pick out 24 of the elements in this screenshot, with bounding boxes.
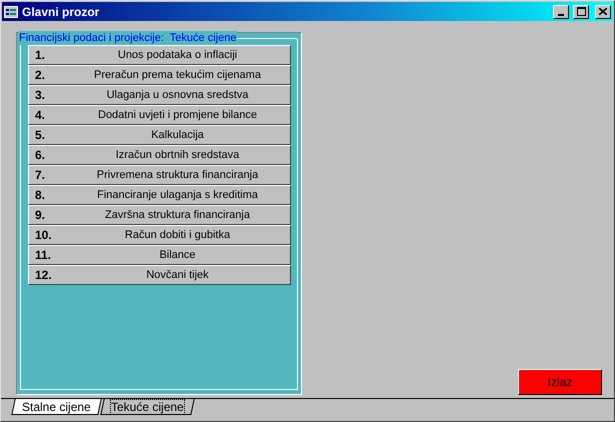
- maximize-button[interactable]: [573, 4, 589, 18]
- close-button[interactable]: [595, 4, 611, 18]
- menu-button[interactable]: 2. Preračun prema tekućim cijenama: [28, 65, 291, 85]
- menu-button[interactable]: 9. Završna struktura financiranja: [28, 205, 291, 225]
- group-title: Financijski podaci i projekcije: Tekuće cijene: [19, 31, 238, 45]
- menu-button[interactable]: 6. Izračun obrtnih sredstava: [28, 145, 291, 165]
- menu-button[interactable]: 1. Unos podataka o inflaciji: [28, 45, 291, 65]
- close-icon: [599, 8, 607, 15]
- exit-button[interactable]: Izlaz: [518, 369, 602, 395]
- sheet-tab[interactable]: Tekuće cijene: [100, 399, 194, 415]
- menu-button[interactable]: 3. Ulaganja u osnovna sredstva: [28, 85, 291, 105]
- menu-button[interactable]: 7. Privremena struktura financiranja: [28, 165, 291, 185]
- menu-button[interactable]: 11. Bilance: [28, 245, 291, 265]
- minimize-button[interactable]: [553, 4, 569, 18]
- minimize-icon: [558, 14, 564, 16]
- window-title: Glavni prozor: [22, 4, 100, 18]
- menu-button[interactable]: 8. Financiranje ulaganja s kreditima: [28, 185, 291, 205]
- sheet-tab[interactable]: Stalne cijene: [11, 399, 102, 415]
- menu-button[interactable]: 4. Dodatni uvjeti i promjene bilance: [28, 105, 291, 125]
- menu-button[interactable]: 12. Novčani tijek: [28, 265, 291, 285]
- maximize-icon: [576, 7, 586, 16]
- form-icon: [4, 6, 18, 18]
- menu-button[interactable]: 5. Kalkulacija: [28, 125, 291, 145]
- menu-button[interactable]: 10. Račun dobiti i gubitka: [28, 225, 291, 245]
